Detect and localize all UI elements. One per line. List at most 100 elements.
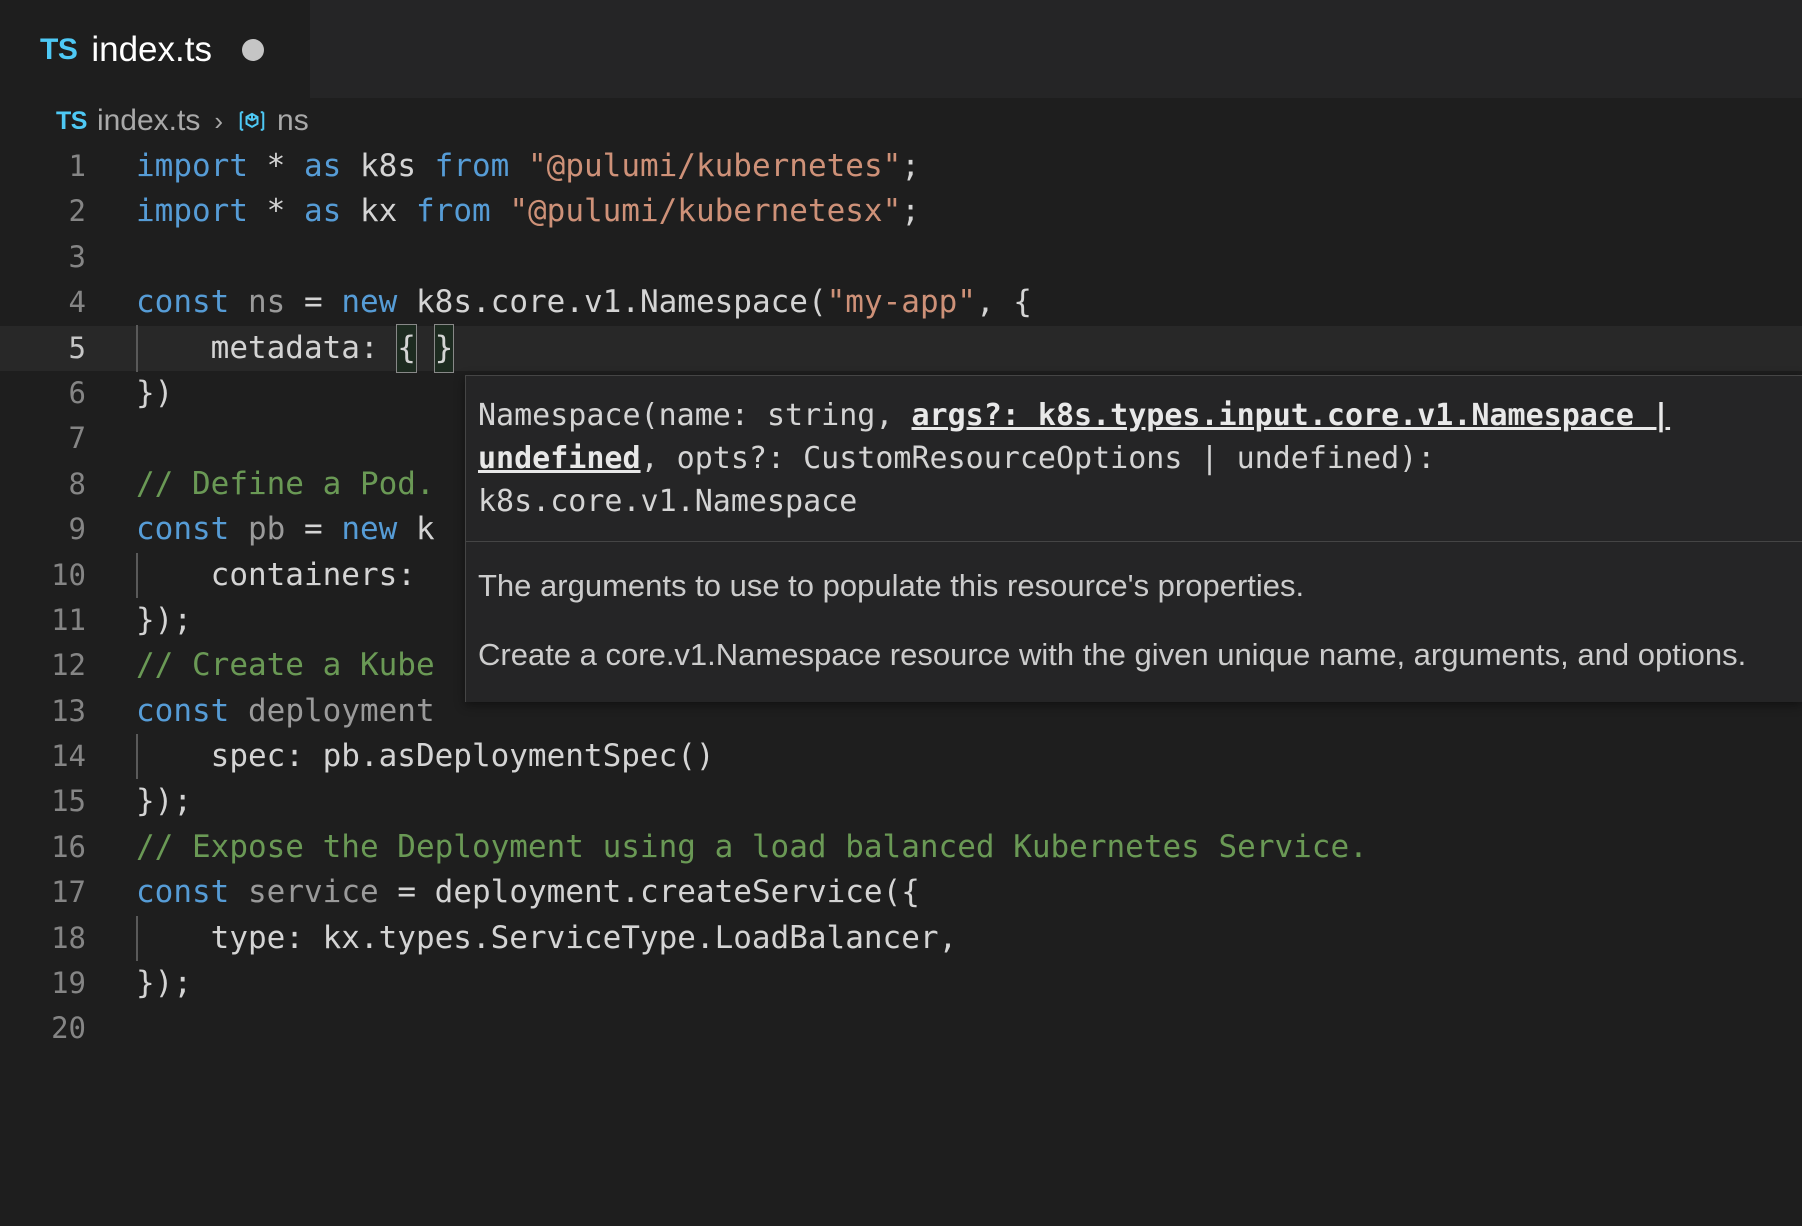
token [285, 284, 304, 320]
line-number-1: 1 [0, 144, 118, 189]
code-line-17[interactable]: 17const service = deployment.createServi… [0, 870, 1802, 915]
token: as [304, 148, 341, 184]
code-line-20[interactable]: 20 [0, 1006, 1802, 1051]
line-number-16: 16 [0, 825, 118, 870]
line-number-19: 19 [0, 961, 118, 1006]
token: ; [901, 193, 920, 229]
token: new [341, 511, 397, 547]
code-line-14[interactable]: 14 spec: pb.asDeploymentSpec() [0, 734, 1802, 779]
token: deployment.createService({ [435, 874, 920, 910]
code-line-19[interactable]: 19}); [0, 961, 1802, 1006]
token: from [416, 193, 491, 229]
token: * [267, 193, 286, 229]
line-number-5: 5 [0, 326, 118, 371]
token: new [341, 284, 397, 320]
signature-help-documentation: The arguments to use to populate this re… [466, 542, 1802, 702]
token [323, 284, 342, 320]
breadcrumb-symbol[interactable]: ns [277, 104, 309, 138]
code-content-18: type: kx.types.ServiceType.LoadBalancer, [118, 916, 1802, 961]
token [341, 193, 360, 229]
token: spec: pb.asDeploymentSpec() [136, 738, 715, 774]
token: , { [976, 284, 1032, 320]
code-line-4[interactable]: 4const ns = new k8s.core.v1.Namespace("m… [0, 280, 1802, 325]
code-line-3[interactable]: 3 [0, 235, 1802, 280]
token [229, 284, 248, 320]
token [397, 284, 416, 320]
token: import [136, 148, 248, 184]
line-number-6: 6 [0, 371, 118, 416]
token [416, 874, 435, 910]
line-number-11: 11 [0, 598, 118, 643]
bracket-match-open: { [397, 325, 416, 372]
token [248, 148, 267, 184]
line-number-17: 17 [0, 870, 118, 915]
token: "@pulumi/kubernetes" [528, 148, 901, 184]
line-number-9: 9 [0, 507, 118, 552]
namespace-cube-icon [237, 106, 267, 136]
token: // Define a Pod. [136, 466, 435, 502]
token [248, 193, 267, 229]
token [397, 511, 416, 547]
token [285, 148, 304, 184]
code-line-5[interactable]: 5 metadata: { } [0, 326, 1802, 371]
vscode-window: TS index.ts TS index.ts › ns 1 import * a… [0, 0, 1802, 1226]
token [509, 148, 528, 184]
code-content-17: const service = deployment.createService… [118, 870, 1802, 915]
token: const [136, 693, 229, 729]
tab-index-ts[interactable]: TS index.ts [0, 0, 310, 98]
token [341, 148, 360, 184]
doc-paragraph-2: Create a core.v1.Namespace resource with… [478, 633, 1768, 676]
unsaved-changes-dot-icon[interactable] [242, 39, 264, 61]
token: type: kx.types.ServiceType.LoadBalancer, [136, 920, 957, 956]
token [229, 874, 248, 910]
line-number-15: 15 [0, 779, 118, 824]
token: deployment [248, 693, 435, 729]
indent-guide [136, 916, 138, 961]
line-number-4: 4 [0, 280, 118, 325]
token [323, 511, 342, 547]
token: import [136, 193, 248, 229]
token: }); [136, 783, 192, 819]
token: }); [136, 602, 192, 638]
token [229, 693, 248, 729]
metadata-space [416, 330, 435, 366]
token: from [435, 148, 510, 184]
code-line-18[interactable]: 18 type: kx.types.ServiceType.LoadBalanc… [0, 916, 1802, 961]
code-content-15: }); [118, 779, 1802, 824]
indent-guide [136, 734, 138, 779]
breadcrumb-file[interactable]: index.ts [97, 104, 200, 138]
code-editor[interactable]: 1 import * as k8s from "@pulumi/kubernete… [0, 144, 1802, 1226]
indent-guide [136, 553, 138, 598]
token: pb [248, 511, 285, 547]
code-line-16[interactable]: 16// Expose the Deployment using a load … [0, 825, 1802, 870]
code-line-2[interactable]: 2import * as kx from "@pulumi/kubernetes… [0, 189, 1802, 234]
editor-tab-bar: TS index.ts [0, 0, 1802, 98]
signature-help-signature: Namespace(name: string, args?: k8s.types… [466, 376, 1802, 541]
line-number-13: 13 [0, 689, 118, 734]
code-line-1[interactable]: 1import * as k8s from "@pulumi/kubernete… [0, 144, 1802, 189]
indent-guide [136, 325, 138, 372]
token [379, 874, 398, 910]
metadata-key: metadata: [136, 330, 397, 366]
typescript-file-icon: TS [40, 33, 77, 67]
line-number-3: 3 [0, 235, 118, 280]
code-content-14: spec: pb.asDeploymentSpec() [118, 734, 1802, 779]
breadcrumb: TS index.ts › ns [0, 98, 1802, 144]
token: k8s [360, 148, 416, 184]
code-line-15[interactable]: 15}); [0, 779, 1802, 824]
token [491, 193, 510, 229]
token [285, 193, 304, 229]
line-number-7: 7 [0, 416, 118, 461]
token [397, 193, 416, 229]
line-number-14: 14 [0, 734, 118, 779]
token: }) [136, 375, 173, 411]
token: ( [808, 284, 827, 320]
tab-label: index.ts [91, 30, 212, 70]
line-number-10: 10 [0, 553, 118, 598]
token: ns [248, 284, 285, 320]
signature-segment-0: Namespace(name: string, [478, 398, 911, 433]
token: // Create a Kube [136, 647, 435, 683]
token: = [397, 874, 416, 910]
line-number-12: 12 [0, 643, 118, 688]
token: = [304, 511, 323, 547]
